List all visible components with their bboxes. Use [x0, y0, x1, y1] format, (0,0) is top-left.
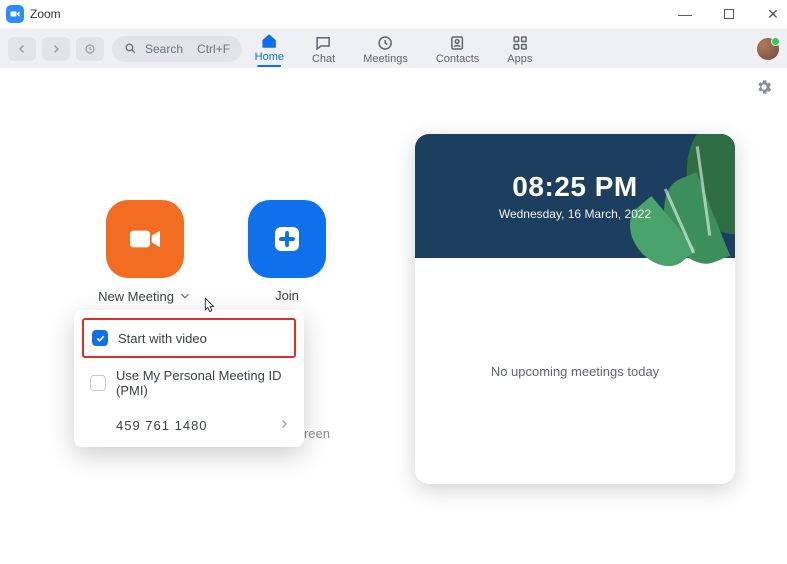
main-tabs: Home Chat Meetings Contacts Apps [255, 29, 533, 68]
menu-start-with-video[interactable]: Start with video [82, 318, 296, 358]
back-button[interactable] [8, 37, 36, 61]
video-icon [106, 200, 184, 278]
join-label: Join [275, 288, 299, 303]
plus-icon [248, 200, 326, 278]
home-actions: New Meeting Join [96, 200, 336, 305]
forward-button[interactable] [42, 37, 70, 61]
clock-time: 08:25 PM [512, 171, 637, 203]
chat-icon [315, 34, 333, 52]
zoom-app-icon [6, 5, 24, 23]
chevron-right-icon [278, 418, 290, 433]
history-button[interactable] [76, 37, 104, 61]
minimize-button[interactable]: — [677, 6, 693, 22]
apps-icon [511, 34, 529, 52]
avatar[interactable] [757, 38, 779, 60]
home-icon [260, 32, 278, 50]
settings-button[interactable] [755, 78, 773, 101]
chevron-down-icon[interactable] [178, 289, 192, 306]
tab-label: Meetings [363, 53, 408, 65]
checkbox-unchecked-icon [90, 375, 106, 391]
tab-chat[interactable]: Chat [312, 32, 335, 65]
content-area: New Meeting Join Schedule Share screen S… [0, 68, 787, 564]
contacts-icon [449, 34, 467, 52]
window-controls: — ✕ [677, 6, 781, 23]
new-meeting-label: New Meeting [98, 289, 174, 304]
use-pmi-label: Use My Personal Meeting ID (PMI) [116, 368, 288, 398]
search-icon [124, 42, 137, 55]
menu-pmi-value[interactable]: 459 761 1480 [74, 408, 304, 443]
upcoming-body: No upcoming meetings today [415, 258, 735, 484]
maximize-button[interactable] [721, 6, 737, 22]
new-meeting-tile[interactable]: New Meeting [96, 200, 194, 305]
menu-use-pmi[interactable]: Use My Personal Meeting ID (PMI) [74, 358, 304, 408]
upcoming-empty: No upcoming meetings today [491, 364, 659, 379]
gear-icon [755, 78, 773, 96]
tab-apps[interactable]: Apps [507, 32, 532, 65]
clock-hero: 08:25 PM Wednesday, 16 March, 2022 [415, 134, 735, 258]
new-meeting-menu: Start with video Use My Personal Meeting… [74, 310, 304, 447]
search-placeholder: Search [145, 42, 183, 56]
titlebar: Zoom — ✕ [0, 0, 787, 28]
window-title: Zoom [30, 7, 61, 21]
join-tile[interactable]: Join [238, 200, 336, 305]
start-with-video-label: Start with video [118, 331, 207, 346]
clock-date: Wednesday, 16 March, 2022 [499, 207, 651, 221]
clock-icon [377, 34, 395, 52]
tab-contacts[interactable]: Contacts [436, 32, 479, 65]
tab-label: Chat [312, 53, 335, 65]
search-shortcut: Ctrl+F [197, 42, 230, 56]
nav-buttons [8, 37, 104, 61]
today-panel: 08:25 PM Wednesday, 16 March, 2022 No up… [415, 134, 735, 484]
tab-label: Home [255, 51, 284, 63]
tab-label: Contacts [436, 53, 479, 65]
tab-meetings[interactable]: Meetings [363, 32, 408, 65]
tab-home[interactable]: Home [255, 30, 284, 67]
toolbar: Search Ctrl+F Home Chat Meetings Contact… [0, 28, 787, 68]
checkbox-checked-icon [92, 330, 108, 346]
search-input[interactable]: Search Ctrl+F [112, 36, 242, 62]
pmi-value: 459 761 1480 [116, 418, 268, 433]
close-button[interactable]: ✕ [765, 6, 781, 23]
tab-label: Apps [507, 53, 532, 65]
